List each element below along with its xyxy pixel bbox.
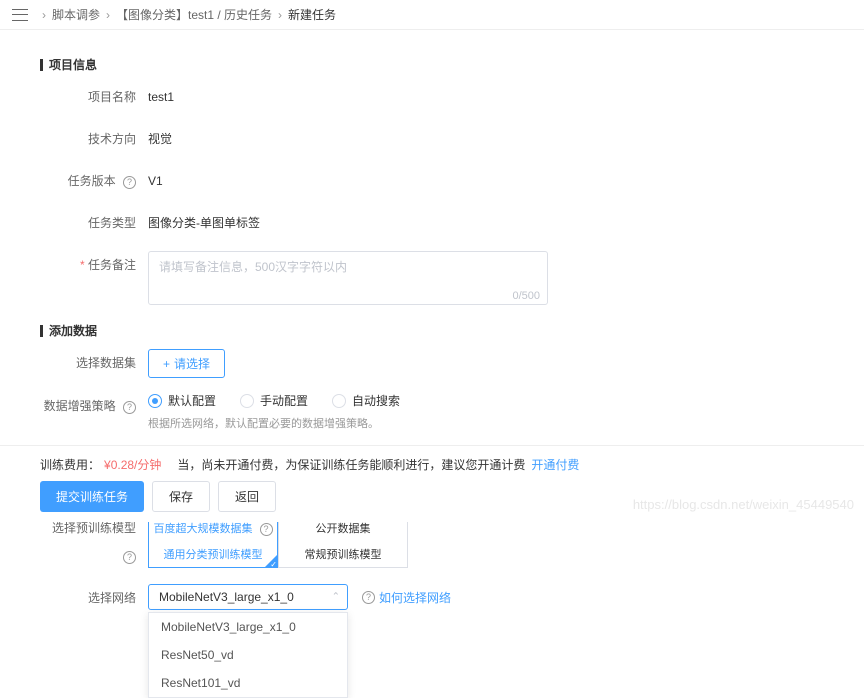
radio-auto[interactable]: 自动搜索 (332, 392, 400, 409)
breadcrumb: › 脚本调参 › 【图像分类】test1 / 历史任务 › 新建任务 (0, 0, 864, 30)
value-project-name: test1 (148, 83, 174, 111)
dropdown-option[interactable]: ResNet101_vd (149, 669, 347, 697)
help-icon[interactable]: ? (123, 176, 136, 189)
cost-price: ¥0.28/分钟 (104, 456, 161, 473)
value-task-type: 图像分类-单图单标签 (148, 209, 260, 237)
footer-info-text: ，尚未开通付费，为保证训练任务能顺利进行，建议您开通计费 (189, 456, 525, 473)
radio-default[interactable]: 默认配置 (148, 392, 216, 409)
save-button[interactable]: 保存 (152, 481, 210, 512)
label-task-remark: 任务备注 (40, 251, 148, 279)
breadcrumb-item[interactable]: 脚本调参 (52, 6, 100, 23)
chevron-right-icon: › (278, 8, 282, 22)
network-dropdown: MobileNetV3_large_x1_0 ResNet50_vd ResNe… (148, 612, 348, 698)
label-task-version: 任务版本 ? (40, 167, 148, 195)
back-button[interactable]: 返回 (218, 481, 276, 512)
augment-radio-group: 默认配置 手动配置 自动搜索 (148, 392, 400, 409)
radio-manual[interactable]: 手动配置 (240, 392, 308, 409)
select-dataset-button[interactable]: 请选择 (148, 349, 225, 378)
chevron-down-icon: ⌃ (332, 592, 340, 603)
label-project-name: 项目名称 (40, 83, 148, 111)
help-icon: ? (362, 591, 375, 604)
chevron-right-icon: › (106, 8, 110, 22)
value-tech-direction: 视觉 (148, 125, 172, 153)
label-augment: 数据增强策略 ? (40, 392, 148, 420)
help-icon[interactable]: ? (260, 523, 273, 536)
section-project-info: 项目信息 (40, 56, 864, 73)
chevron-right-icon: › (42, 8, 46, 22)
dropdown-option[interactable]: MobileNetV3_large_x1_0 (149, 613, 347, 641)
network-help-link[interactable]: ? 如何选择网络 (358, 589, 451, 606)
pretrain-tab-baidu[interactable]: 百度超大规模数据集 ? 通用分类预训练模型 ✓ (148, 514, 278, 568)
augment-hint: 根据所选网络，默认配置必要的数据增强策略。 (148, 415, 400, 431)
pretrain-tab-public[interactable]: 公开数据集 常规预训练模型 (278, 514, 408, 568)
section-add-data: 添加数据 (40, 322, 864, 339)
breadcrumb-current: 新建任务 (288, 6, 336, 23)
label-tech-direction: 技术方向 (40, 125, 148, 153)
task-remark-input[interactable] (148, 251, 548, 305)
help-icon[interactable]: ? (123, 401, 136, 414)
label-pretrain: 选择预训练模型 ? (40, 514, 148, 570)
footer-bar: 训练费用： ¥0.28/分钟 当 ，尚未开通付费，为保证训练任务能顺利进行，建议… (0, 445, 864, 522)
label-network: 选择网络 (40, 584, 148, 612)
menu-icon[interactable] (12, 9, 28, 21)
check-icon: ✓ (270, 560, 277, 569)
label-task-type: 任务类型 (40, 209, 148, 237)
cost-label: 训练费用： (40, 456, 100, 473)
label-dataset: 选择数据集 (40, 349, 148, 377)
help-icon[interactable]: ? (123, 551, 136, 564)
value-task-version: V1 (148, 167, 163, 195)
breadcrumb-item[interactable]: 【图像分类】test1 / 历史任务 (116, 6, 272, 23)
dropdown-option[interactable]: ResNet50_vd (149, 641, 347, 669)
char-count: 0/500 (512, 290, 540, 302)
network-select[interactable]: MobileNetV3_large_x1_0 (148, 584, 348, 610)
open-billing-link[interactable]: 开通付费 (531, 456, 579, 473)
submit-button[interactable]: 提交训练任务 (40, 481, 144, 512)
